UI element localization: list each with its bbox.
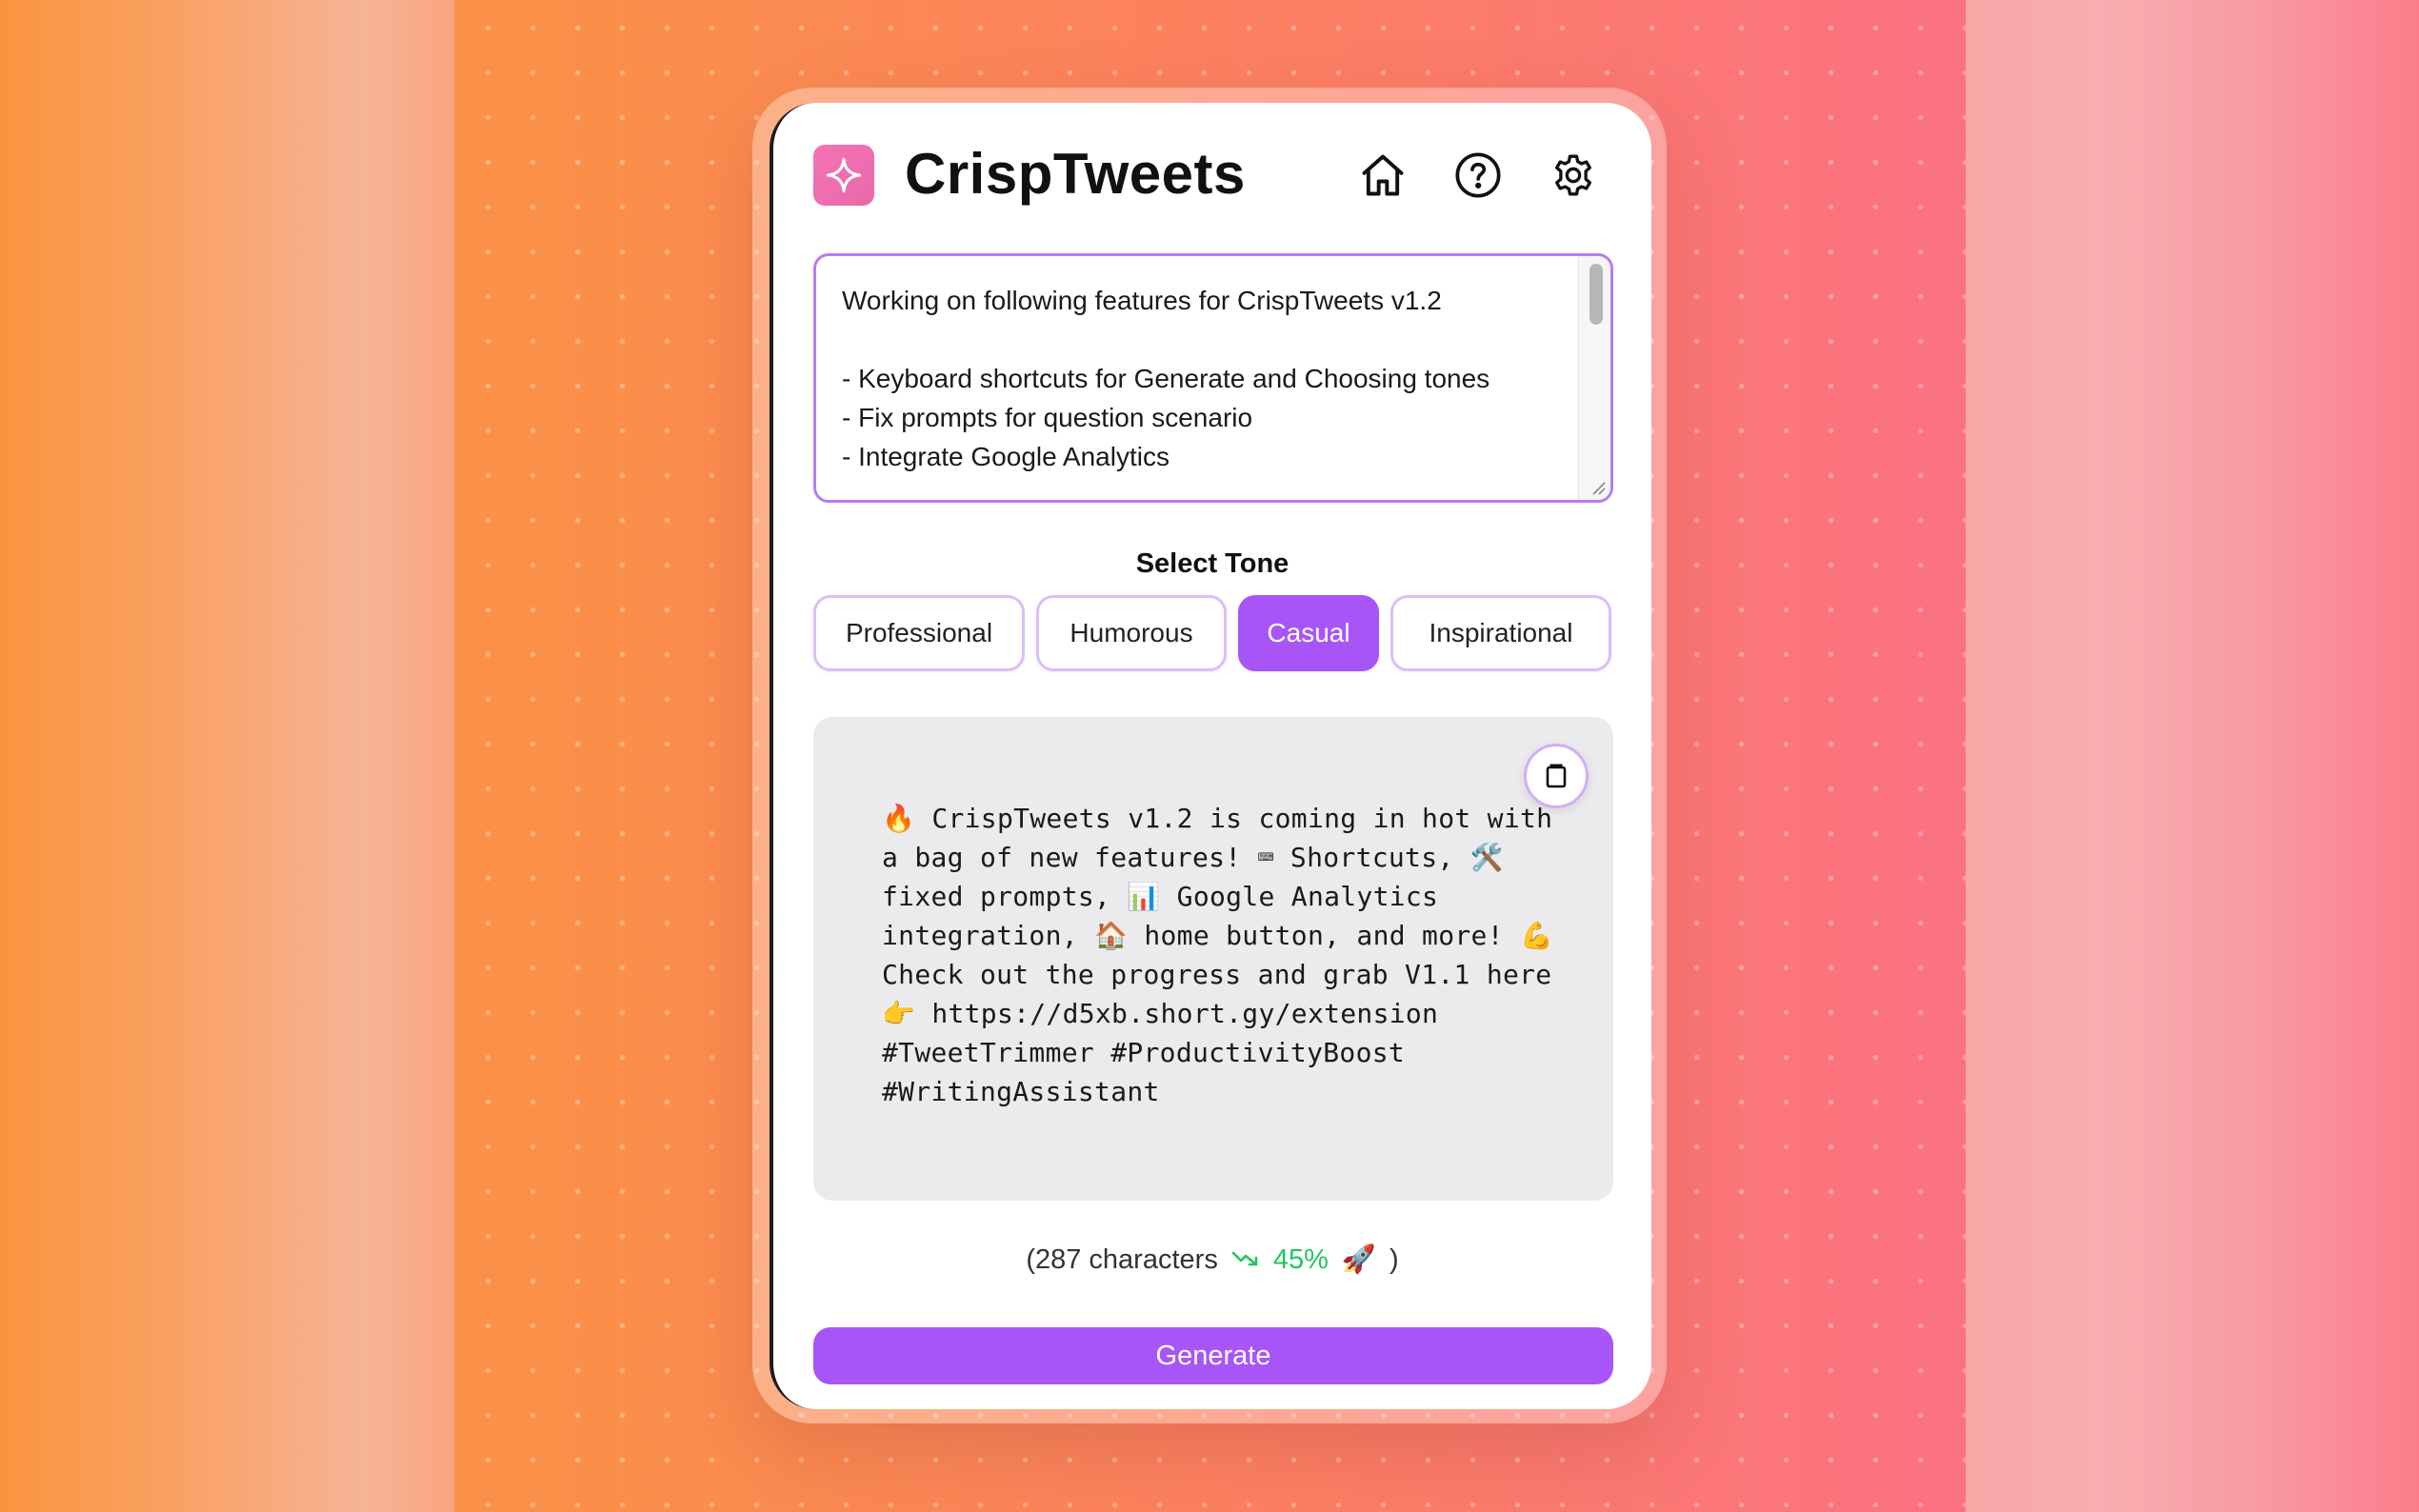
home-icon[interactable] <box>1356 149 1409 202</box>
help-icon[interactable] <box>1451 149 1505 202</box>
trend-down-icon <box>1231 1244 1260 1275</box>
generated-tweet-text: 🔥 CrispTweets v1.2 is coming in hot with… <box>882 803 1570 1107</box>
generated-tweet-panel: 🔥 CrispTweets v1.2 is coming in hot with… <box>813 717 1613 1201</box>
character-count-text: (287 characters <box>1026 1243 1218 1275</box>
sparkle-logo-icon <box>813 145 874 206</box>
tone-humorous-button[interactable]: Humorous <box>1036 595 1227 671</box>
tone-professional-button[interactable]: Professional <box>813 595 1025 671</box>
background-right <box>1966 0 2419 1512</box>
tone-casual-button[interactable]: Casual <box>1238 595 1379 671</box>
character-count-close: ) <box>1389 1243 1399 1275</box>
app-title: CrispTweets <box>905 142 1246 206</box>
resize-handle-icon[interactable] <box>1586 475 1607 496</box>
tone-section-label: Select Tone <box>1135 548 1289 579</box>
tweet-input-text[interactable]: Working on following features for CrispT… <box>842 281 1566 476</box>
popup-header: CrispTweets <box>773 103 1651 246</box>
clipboard-icon <box>1546 764 1567 788</box>
rocket-icon: 🚀 <box>1341 1244 1376 1275</box>
background-left <box>0 0 454 1512</box>
settings-icon[interactable] <box>1547 149 1600 202</box>
extension-popup: CrispTweets Working on following feature… <box>770 103 1651 1409</box>
generate-button[interactable]: Generate <box>813 1327 1613 1384</box>
character-count: (287 characters 45% 🚀 ) <box>773 1243 1651 1276</box>
reduction-percent: 45% <box>1272 1243 1329 1275</box>
tone-inspirational-button[interactable]: Inspirational <box>1390 595 1611 671</box>
textarea-scrollbar[interactable] <box>1578 256 1610 500</box>
textarea-scrollbar-thumb[interactable] <box>1589 264 1603 325</box>
tweet-input-textarea[interactable]: Working on following features for CrispT… <box>813 253 1613 503</box>
